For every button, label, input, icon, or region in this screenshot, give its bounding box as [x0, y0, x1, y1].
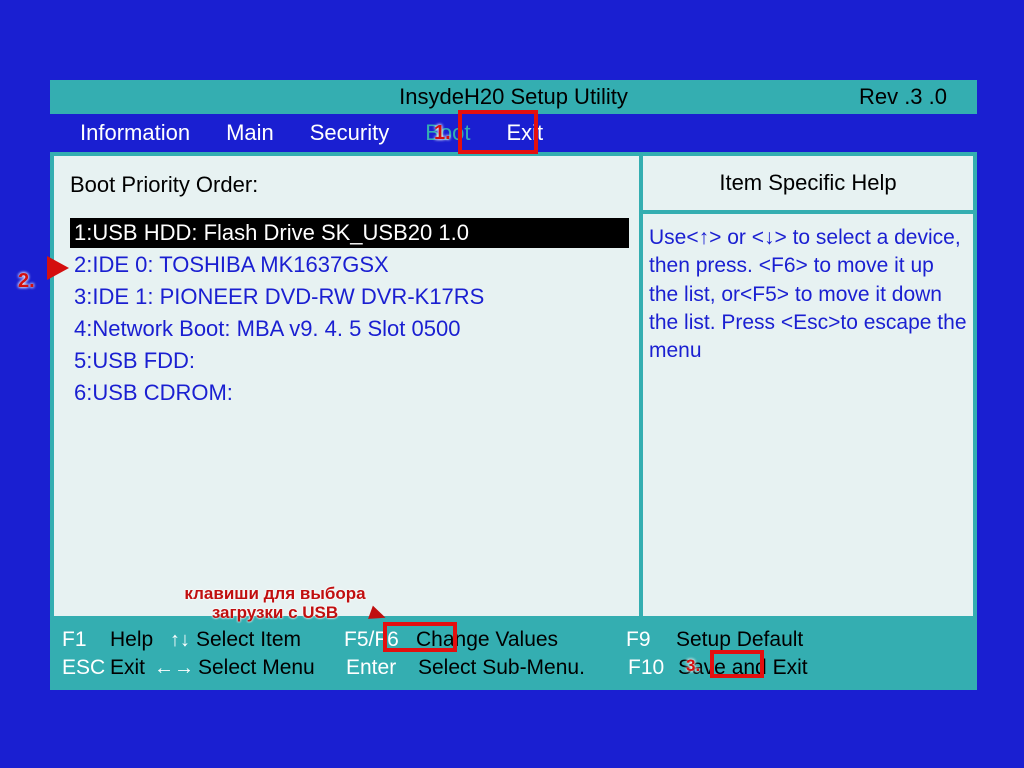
boot-order-heading: Boot Priority Order: — [70, 172, 629, 198]
label-setup-default: Setup Default — [676, 628, 803, 652]
label-select-item: Select Item — [196, 628, 344, 652]
arrow-right-icon: → — [174, 657, 194, 680]
key-f1: F1 — [62, 628, 87, 651]
menu-security[interactable]: Security — [292, 116, 407, 150]
footer-bar: F1 Help ↑ ↓ Select Item F5/F6 Change Val… — [50, 620, 977, 690]
label-change-values: Change Values — [416, 628, 626, 652]
arrow-left-icon: ← — [154, 657, 174, 680]
title-bar: InsydeH20 Setup Utility Rev .3 .0 — [50, 80, 977, 114]
annotation-caption: клавиши для выбора загрузки с USB — [170, 585, 380, 622]
utility-title: InsydeH20 Setup Utility — [50, 84, 977, 110]
annotation-2-arrow-icon — [47, 256, 69, 280]
menu-main[interactable]: Main — [208, 116, 292, 150]
arrow-down-icon: ↓ — [180, 629, 190, 652]
label-select-menu: Select Menu — [198, 656, 346, 680]
annotation-caption-line2: загрузки с USB — [212, 603, 338, 622]
boot-item-6[interactable]: 6:USB CDROM: — [70, 378, 629, 408]
boot-order-panel: Boot Priority Order: 1:USB HDD: Flash Dr… — [54, 156, 643, 616]
footer-row-2: ESC Exit ← → Select Menu Enter Select Su… — [62, 654, 965, 682]
revision-label: Rev .3 .0 — [859, 84, 977, 110]
key-f5f6: F5/F6 — [344, 628, 399, 651]
label-help: Help — [110, 628, 170, 652]
annotation-2: 2. — [18, 270, 35, 293]
help-title: Item Specific Help — [643, 156, 973, 214]
content-area: Boot Priority Order: 1:USB HDD: Flash Dr… — [50, 152, 977, 620]
key-f9: F9 — [626, 628, 651, 651]
menu-bar: Information Main Security Boot Exit — [50, 114, 977, 152]
key-esc: ESC — [62, 656, 105, 679]
help-body: Use<↑> or <↓> to select a device, then p… — [643, 214, 973, 376]
key-enter: Enter — [346, 656, 396, 679]
footer-row-1: F1 Help ↑ ↓ Select Item F5/F6 Change Val… — [62, 626, 965, 654]
annotation-1: 1. — [434, 122, 451, 145]
boot-item-4[interactable]: 4:Network Boot: MBA v9. 4. 5 Slot 0500 — [70, 314, 629, 344]
boot-item-3[interactable]: 3:IDE 1: PIONEER DVD-RW DVR-K17RS — [70, 282, 629, 312]
menu-information[interactable]: Information — [62, 116, 208, 150]
label-select-submenu: Select Sub-Menu. — [418, 656, 628, 680]
key-f10: F10 — [628, 656, 664, 679]
menu-exit[interactable]: Exit — [489, 116, 562, 150]
label-exit: Exit — [110, 656, 154, 680]
help-panel: Item Specific Help Use<↑> or <↓> to sele… — [643, 156, 973, 616]
annotation-caption-line1: клавиши для выбора — [184, 584, 365, 603]
annotation-3: 3. — [686, 656, 700, 676]
boot-item-2[interactable]: 2:IDE 0: TOSHIBA MK1637GSX — [70, 250, 629, 280]
boot-item-1[interactable]: 1:USB HDD: Flash Drive SK_USB20 1.0 — [70, 218, 629, 248]
arrow-up-icon: ↑ — [170, 629, 180, 652]
boot-item-5[interactable]: 5:USB FDD: — [70, 346, 629, 376]
